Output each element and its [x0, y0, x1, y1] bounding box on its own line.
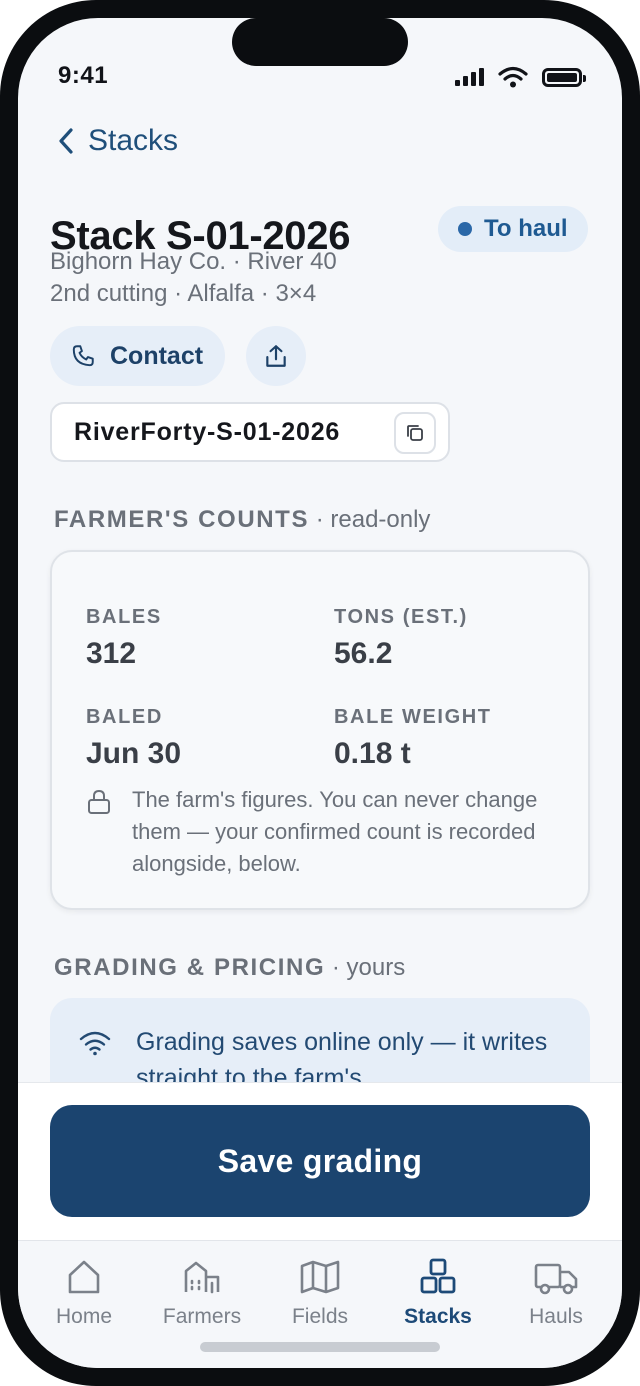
bale-weight-value: 0.18 t [334, 737, 411, 770]
cellular-signal-icon [455, 68, 484, 86]
tab-stacks[interactable]: Stacks [378, 1255, 498, 1329]
baled-label: BALED [86, 706, 163, 728]
farmer-counts-card: BALES 312 TONS (EST.) 56.2 BALED Jun 30 … [50, 550, 590, 910]
copy-icon [407, 425, 423, 441]
stack-code-value: RiverForty-S-01-2026 [74, 417, 341, 446]
contact-label: Contact [110, 341, 204, 370]
tab-farmers[interactable]: Farmers [142, 1255, 262, 1329]
tab-fields-label: Fields [291, 1305, 349, 1328]
bales-stat: BALES 312 [86, 606, 162, 671]
read-only-note-text: The farm's figures. You can never change… [132, 787, 538, 876]
truck-icon [534, 1263, 578, 1295]
share-icon [266, 345, 286, 367]
tons-stat: TONS (EST.) 56.2 [334, 606, 468, 671]
status-time: 9:41 [58, 62, 109, 89]
grading-heading: GRADING & PRICING · yours [54, 954, 405, 982]
contact-button[interactable]: Contact [50, 326, 226, 386]
farmer-counts-suffix: · read-only [309, 506, 431, 533]
bales-label: BALES [86, 606, 162, 628]
tons-value: 56.2 [334, 637, 393, 670]
copy-button[interactable] [394, 412, 436, 454]
share-button[interactable] [246, 326, 306, 386]
wifi-icon [498, 66, 528, 88]
status-icons [455, 66, 586, 88]
status-badge: To haul [438, 206, 588, 252]
read-only-note: The farm's figures. You can never change… [86, 784, 566, 880]
save-grading-button[interactable]: Save grading [50, 1105, 590, 1217]
bale-weight-stat: BALE WEIGHT 0.18 t [334, 706, 492, 771]
back-button[interactable]: Stacks [56, 124, 178, 158]
screen: 9:41 Stacks Stack S-01-2026 To haul Bigh… [18, 18, 622, 1368]
bale-weight-label: BALE WEIGHT [334, 706, 492, 728]
chevron-left-icon [59, 128, 73, 154]
home-icon [68, 1260, 100, 1294]
lock-icon [88, 789, 110, 814]
stack-subtitle-owner: Bighorn Hay Co. · River 40 [50, 248, 337, 275]
map-icon [300, 1260, 340, 1294]
bales-value: 312 [86, 637, 137, 670]
tab-hauls-label: Hauls [529, 1305, 583, 1328]
grading-suffix: · yours [325, 954, 406, 981]
baled-value: Jun 30 [86, 737, 182, 770]
tab-hauls[interactable]: Hauls [496, 1255, 616, 1329]
stack-icon [420, 1258, 456, 1294]
action-footer: Save grading [18, 1082, 622, 1242]
tab-fields[interactable]: Fields [260, 1255, 380, 1329]
wifi-icon [79, 1031, 111, 1056]
dynamic-island [232, 18, 408, 66]
status-dot-icon [458, 222, 472, 236]
baled-stat: BALED Jun 30 [86, 706, 181, 771]
back-label: Stacks [88, 124, 179, 157]
stack-subtitle-details: 2nd cutting · Alfalfa · 3×4 [50, 280, 317, 307]
status-badge-label: To haul [484, 215, 568, 242]
phone-frame: 9:41 Stacks Stack S-01-2026 To haul Bigh… [0, 0, 640, 1386]
stack-code-field: RiverForty-S-01-2026 [50, 402, 450, 462]
grading-title: GRADING & PRICING [54, 954, 326, 981]
tons-label: TONS (EST.) [334, 606, 468, 628]
tab-home-label: Home [55, 1305, 113, 1328]
home-indicator[interactable] [200, 1342, 440, 1352]
tab-home[interactable]: Home [24, 1255, 144, 1329]
tab-stacks-label: Stacks [404, 1305, 472, 1328]
farmer-counts-heading: FARMER'S COUNTS · read-only [54, 506, 430, 534]
farmer-counts-title: FARMER'S COUNTS [54, 506, 310, 533]
battery-icon [542, 67, 586, 87]
farm-building-icon [184, 1261, 220, 1294]
phone-icon [72, 345, 94, 367]
tab-farmers-label: Farmers [162, 1305, 242, 1328]
